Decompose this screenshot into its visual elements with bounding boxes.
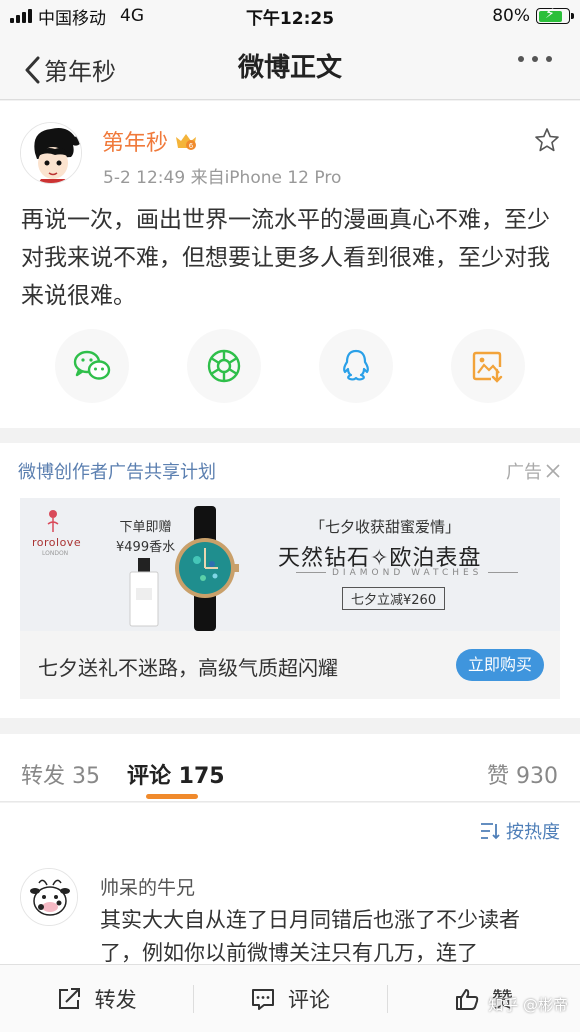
- brand-logo-icon: [47, 510, 59, 532]
- comment-text: 其实大大自从连了日月同错后也涨了不少读者了，例如你以前微博关注只有几万，连了: [100, 908, 520, 964]
- battery-icon: ⚡: [536, 6, 574, 24]
- moments-icon: [207, 349, 241, 383]
- share-wechat-button[interactable]: [55, 329, 129, 403]
- ad-headline-3: DIAMOND WATCHES: [290, 568, 524, 578]
- perfume-bottle-image: [129, 558, 159, 627]
- thumbs-up-icon: [455, 988, 479, 1010]
- watch-image: [175, 506, 239, 631]
- battery-percent: 80%: [492, 6, 530, 26]
- avatar[interactable]: [20, 122, 82, 184]
- ad-card: 微博创作者广告共享计划 广告 rorolove LONDON 下单即赠 ¥499…: [0, 443, 580, 718]
- comment-author[interactable]: 帅呆的牛兄: [100, 873, 195, 900]
- comment-button[interactable]: 评论: [193, 965, 386, 1032]
- author-name[interactable]: 第年秒 6: [102, 125, 198, 157]
- tab-comment[interactable]: 评论 175: [127, 758, 225, 790]
- save-image-icon: [472, 351, 503, 383]
- share-qq-button[interactable]: [319, 329, 393, 403]
- sort-label: 按热度: [506, 822, 560, 843]
- post-tabs: 转发 35 评论 175 赞 930: [0, 734, 580, 802]
- comment-icon: [251, 988, 274, 1010]
- repost-button[interactable]: 转发: [0, 965, 193, 1032]
- brand-name: rorolove: [32, 536, 82, 549]
- tab-underline: [146, 794, 198, 799]
- comment-label: 评论: [287, 987, 330, 1012]
- svg-text:6: 6: [189, 142, 194, 150]
- ad-headline-4: 七夕立减¥260: [342, 587, 446, 610]
- repost-label: 转发: [94, 987, 137, 1012]
- comment-list: 按热度 帅呆的牛兄 其实大大自从连了日月同错后也涨了不少读者了，例如你以前微博关…: [0, 803, 580, 964]
- watermark: 知乎 @彬帝: [488, 996, 568, 1014]
- status-bar: 中国移动 4G 下午12:25 80% ⚡: [0, 0, 580, 32]
- close-icon: [546, 464, 560, 478]
- tab-like[interactable]: 赞 930: [487, 758, 558, 790]
- share-row: [55, 329, 525, 403]
- share-moments-button[interactable]: [187, 329, 261, 403]
- qq-icon: [343, 349, 369, 381]
- perfume-label: 下单即赠 ¥499香水: [116, 518, 175, 558]
- post-text: 再说一次，画出世界一流水平的漫画真心不难，至少对我来说不难，但想要让更多人看到很…: [21, 207, 550, 309]
- save-image-button[interactable]: [451, 329, 525, 403]
- star-icon[interactable]: [534, 127, 560, 153]
- ad-banner[interactable]: rorolove LONDON 下单即赠 ¥499香水 「七夕收获甜蜜爱情」 天…: [20, 498, 560, 631]
- ad-headline-1: 「七夕收获甜蜜爱情」: [310, 518, 461, 536]
- brand-sub: LONDON: [42, 550, 69, 557]
- ad-tag-label: 广告: [506, 462, 542, 483]
- perfume-line1: 下单即赠: [119, 520, 172, 535]
- page-title: 微博正文: [237, 53, 342, 83]
- buy-now-button[interactable]: 立即购买: [456, 649, 544, 681]
- ad-slogan: 七夕送礼不迷路，高级气质超闪耀: [38, 656, 338, 680]
- ad-plan-link[interactable]: 微博创作者广告共享计划: [18, 458, 216, 484]
- sort-button[interactable]: 按热度: [480, 818, 560, 844]
- post-card: 第年秒 6 5-2 12:49 来自iPhone 12 Pro 再说一次，画出世…: [0, 101, 580, 428]
- ad-tag[interactable]: 广告: [506, 458, 560, 484]
- repost-icon: [58, 987, 80, 1009]
- navigation-bar: 第年秒 微博正文: [0, 32, 580, 100]
- tab-repost[interactable]: 转发 35: [21, 758, 100, 790]
- wechat-icon: [73, 350, 111, 380]
- sort-icon: [481, 823, 500, 840]
- comment-avatar[interactable]: [20, 868, 78, 926]
- perfume-line2: ¥499香水: [116, 540, 176, 555]
- author-label: 第年秒: [102, 131, 169, 156]
- crown-badge-icon: 6: [176, 134, 197, 150]
- post-meta: 5-2 12:49 来自iPhone 12 Pro: [103, 168, 342, 188]
- more-icon[interactable]: [518, 56, 552, 62]
- ad-footer: 七夕送礼不迷路，高级气质超闪耀 立即购买: [20, 631, 560, 699]
